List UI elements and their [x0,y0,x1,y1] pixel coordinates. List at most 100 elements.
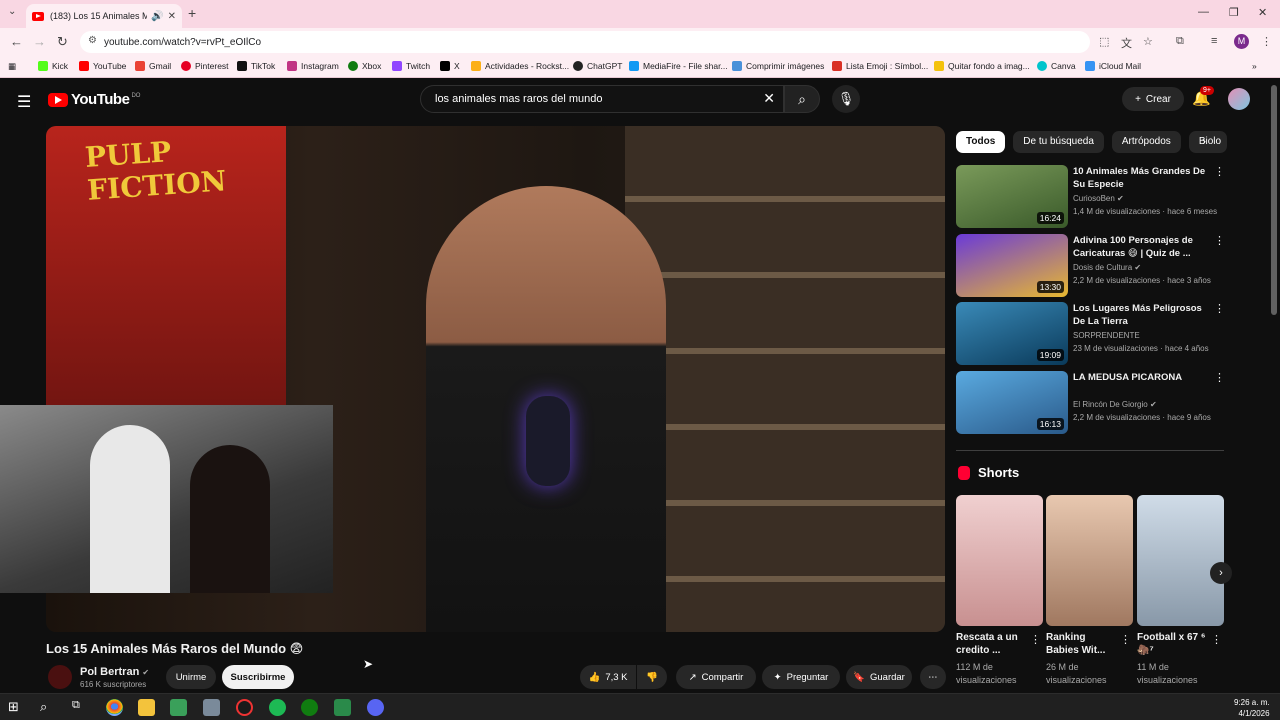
bookmark-twitch[interactable]: Twitch [392,61,430,71]
video-thumbnail[interactable]: 16:13 [956,370,1068,434]
store-icon[interactable] [170,699,187,716]
bookmark-instagram[interactable]: Instagram [287,61,339,71]
translate-icon[interactable]: 文 [1121,35,1132,51]
short-title[interactable]: Ranking Babies Wit... [1046,631,1120,657]
video-thumbnail[interactable]: 16:24 [956,165,1068,228]
clear-search-icon[interactable]: ✕ [763,90,775,107]
spotify-icon[interactable] [269,699,286,716]
short-title[interactable]: Football x 67 ⁶🦣⁷ [1137,631,1211,657]
more-options-icon[interactable]: ⋮ [1214,165,1225,178]
channel-name[interactable]: SORPRENDENTE [1073,331,1140,340]
video-title[interactable]: LA MEDUSA PICARONA [1073,371,1209,384]
search-input[interactable]: los animales mas raros del mundo ✕ [420,85,784,113]
short-item[interactable]: Rescata a un credito ... 112 M de visual… [956,495,1043,687]
tab-search-icon[interactable]: ⌄ [8,6,16,17]
chrome-icon[interactable] [106,699,123,716]
channel-name-main[interactable]: Pol Bertran ✔ [80,666,149,678]
bookmark-youtube[interactable]: YouTube [79,61,126,71]
menu-dots-icon[interactable]: ⋮ [1261,35,1272,48]
ask-button[interactable]: ✦ Preguntar [762,665,840,689]
video-title[interactable]: Los Lugares Más Peligrosos De La Tierra [1073,302,1209,328]
site-info-icon[interactable]: ⚙ [88,35,97,46]
short-item[interactable]: Football x 67 ⁶🦣⁷ 11 M de visualizacione… [1137,495,1224,687]
forward-icon[interactable]: → [33,34,46,49]
list-item[interactable]: 19:09 Los Lugares Más Peligrosos De La T… [956,302,1226,371]
restore-icon[interactable]: ❐ [1229,6,1239,19]
bookmark-pinterest[interactable]: Pinterest [181,61,229,71]
list-item[interactable]: 16:24 10 Animales Más Grandes De Su Espe… [956,165,1226,234]
more-bookmarks-icon[interactable]: » [1252,61,1257,71]
profile-avatar[interactable]: M [1234,34,1249,49]
bookmark-comprimir[interactable]: Comprimir imágenes [732,61,824,71]
system-clock[interactable]: 9:26 a. m. 4/1/2026 [1234,697,1270,719]
list-item[interactable]: 16:13 LA MEDUSA PICARONA El Rincón De Gi… [956,370,1226,440]
save-button[interactable]: 🔖 Guardar [846,665,912,689]
video-thumbnail[interactable]: 19:09 [956,302,1068,365]
xbox-icon[interactable] [301,699,318,716]
file-explorer-icon[interactable] [138,699,155,716]
chip-artropodos[interactable]: Artrópodos [1111,131,1181,153]
apps-grid-icon[interactable]: ▦ [8,61,16,72]
search-icon[interactable]: ⌕ [40,699,57,716]
account-avatar[interactable] [1228,88,1250,110]
close-tab-icon[interactable]: ✕ [168,11,176,22]
url-field[interactable]: ⚙ youtube.com/watch?v=rvPt_eOIlCo [80,31,1090,53]
bookmark-star-icon[interactable]: ☆ [1143,35,1153,48]
app-icon[interactable] [334,699,351,716]
chip-todos[interactable]: Todos [956,131,1006,153]
short-title[interactable]: Rescata a un credito ... [956,631,1030,657]
subscribe-button[interactable]: Suscribirme [222,665,294,689]
speaker-icon[interactable]: 🔊 [151,11,163,22]
install-icon[interactable]: ⬚ [1099,35,1109,48]
notifications-button[interactable]: 🔔 9+ [1192,86,1214,107]
short-thumbnail[interactable] [1046,495,1133,626]
more-options-icon[interactable]: ⋮ [1214,371,1225,384]
shorts-next-button[interactable]: › [1210,562,1232,584]
more-options-icon[interactable]: ⋮ [1120,633,1131,646]
video-thumbnail[interactable]: 13:30 [956,233,1068,297]
short-thumbnail[interactable] [956,495,1043,626]
join-button[interactable]: Unirme [166,665,216,689]
video-title[interactable]: Adivina 100 Personajes de Caricaturas 😄 … [1073,234,1209,260]
more-options-icon[interactable]: ⋮ [1211,633,1222,646]
bookmark-rockstar[interactable]: Actividades - Rockst... [471,61,569,71]
channel-name[interactable]: El Rincón De Giorgio ✔ [1073,400,1157,409]
back-icon[interactable]: ← [10,34,23,49]
bookmark-gmail[interactable]: Gmail [135,61,171,71]
app-icon[interactable] [236,699,253,716]
bookmark-x[interactable]: X [440,61,460,71]
bookmark-kick[interactable]: Kick [38,61,68,71]
more-options-icon[interactable]: ⋮ [1030,633,1041,646]
like-button[interactable]: 👍 7,3 K [580,665,636,689]
create-button[interactable]: + Crear [1122,87,1184,111]
new-tab-icon[interactable]: + [188,5,196,21]
bookmark-mediafire[interactable]: MediaFire - File shar... [629,61,728,71]
app-icon[interactable] [203,699,220,716]
list-item[interactable]: 13:30 Adivina 100 Personajes de Caricatu… [956,233,1226,303]
bookmark-canva[interactable]: Canva [1037,61,1076,71]
more-options-icon[interactable]: ⋮ [1214,234,1225,247]
channel-name[interactable]: Dosis de Cultura ✔ [1073,263,1141,272]
bookmark-tiktok[interactable]: TikTok [237,61,275,71]
hamburger-menu-icon[interactable]: ☰ [17,92,31,112]
voice-search-button[interactable]: 🎙 [832,85,860,113]
video-title[interactable]: 10 Animales Más Grandes De Su Especie [1073,165,1209,191]
page-scrollbar[interactable] [1271,85,1277,315]
channel-name[interactable]: CuriosoBen ✔ [1073,194,1124,203]
share-button[interactable]: ↗ Compartir [676,665,756,689]
browser-tab[interactable]: (183) Los 15 Animales Más Raros del Mund… [26,4,182,28]
media-icon[interactable]: ≡ [1211,35,1217,47]
reload-icon[interactable]: ↻ [57,34,68,50]
chip-de-tu-busqueda[interactable]: De tu búsqueda [1013,131,1104,153]
more-options-icon[interactable]: ⋮ [1214,302,1225,315]
youtube-logo[interactable]: YouTube DO [48,91,140,108]
channel-avatar[interactable] [48,665,72,689]
dislike-button[interactable]: 👎 [637,665,667,689]
chip-biologia[interactable]: Biolo [1188,131,1227,153]
bookmark-chatgpt[interactable]: ChatGPT [573,61,622,71]
bookmark-quitar-fondo[interactable]: Quitar fondo a imag... [934,61,1030,71]
discord-icon[interactable] [367,699,384,716]
short-item[interactable]: Ranking Babies Wit... 26 M de visualizac… [1046,495,1133,687]
search-button[interactable]: ⌕ [784,85,820,113]
minimize-icon[interactable]: — [1198,6,1209,18]
